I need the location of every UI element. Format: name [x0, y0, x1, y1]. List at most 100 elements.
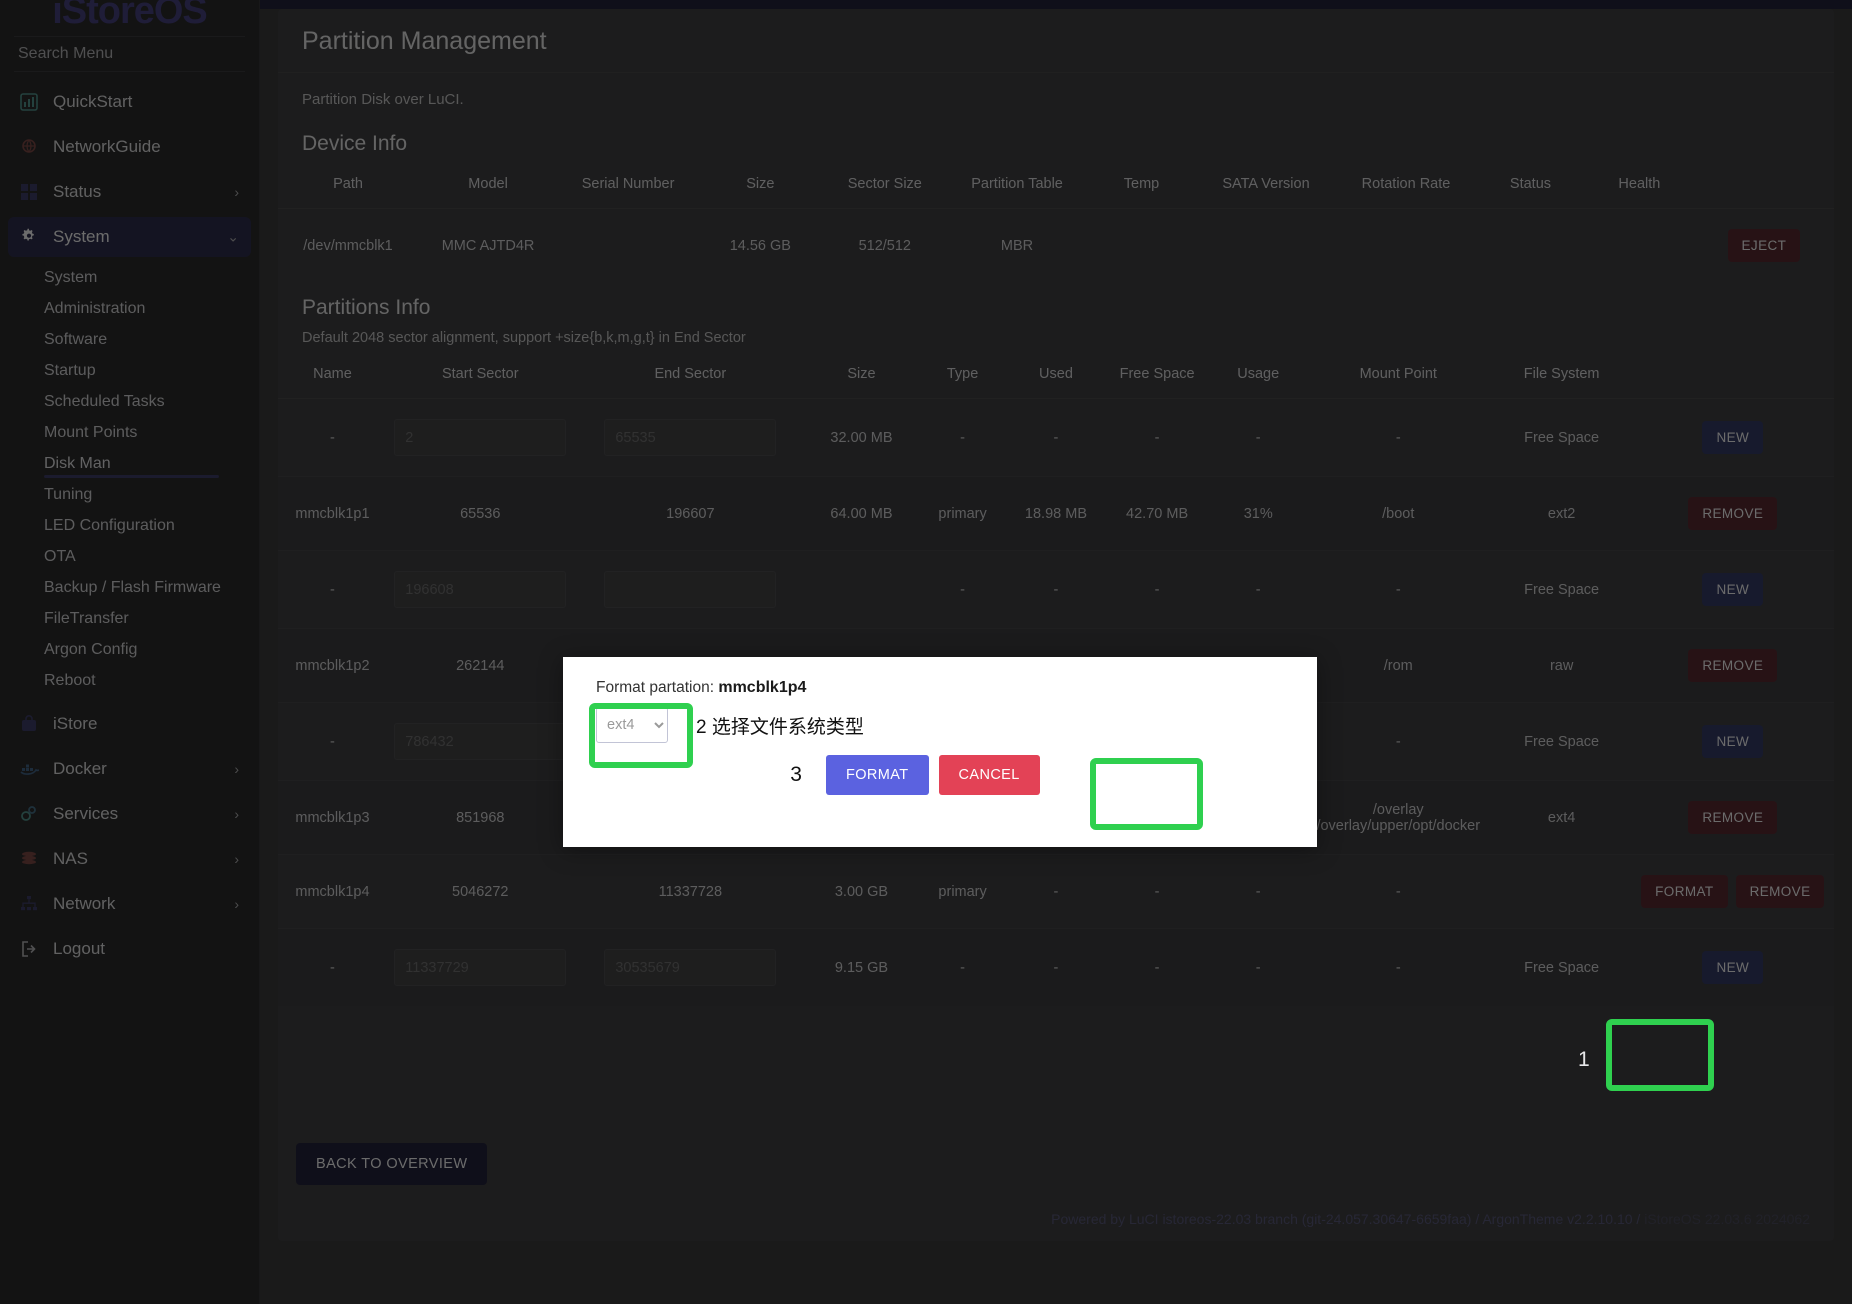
table-row: /dev/mmcblk1 MMC AJTD4R 14.56 GB 512/512… [278, 209, 1834, 283]
sidebar-item-status[interactable]: Status › [8, 172, 251, 212]
start-sector-input[interactable] [394, 419, 567, 456]
sidebar-subitem-tuning[interactable]: Tuning [0, 479, 259, 510]
cell-file-system: Free Space [1491, 702, 1632, 781]
partitions-hint: Default 2048 sector alignment, support +… [302, 330, 746, 346]
cell-start-sector[interactable] [386, 398, 574, 477]
dialog-format-button[interactable]: FORMAT [825, 755, 929, 795]
cell-type: - [915, 550, 1010, 629]
sidebar-item-label: Docker [53, 759, 107, 778]
dialog-cancel-button[interactable]: CANCEL [938, 755, 1040, 795]
sidebar-item-docker[interactable]: Docker › [8, 749, 251, 789]
cell-file-system: raw [1491, 628, 1632, 703]
page-title: Partition Management [278, 9, 1834, 73]
cell-start-sector: 5046272 [386, 854, 574, 929]
sidebar-subitem-startup[interactable]: Startup [0, 355, 259, 386]
grid-icon [18, 181, 40, 203]
cell-used: - [1009, 550, 1103, 629]
sidebar-subitem-disk-man[interactable]: Disk Man [0, 448, 259, 479]
sidebar-subitem-software[interactable]: Software [0, 324, 259, 355]
search-input[interactable] [14, 45, 245, 63]
cell-mount-point: - [1304, 928, 1492, 1006]
end-sector-input[interactable] [604, 949, 777, 986]
sidebar-item-label: Network [53, 894, 116, 913]
sidebar-item-label: iStore [53, 714, 98, 733]
table-row: mmcblk1p4 5046272 11337728 3.00 GB primary - -… [278, 854, 1834, 929]
format-button[interactable]: FORMAT [1641, 875, 1728, 908]
sidebar-item-logout[interactable]: Logout [8, 929, 251, 969]
sidebar-subitem-scheduled-tasks[interactable]: Scheduled Tasks [0, 386, 259, 417]
remove-button[interactable]: REMOVE [1735, 875, 1825, 908]
cell-start-sector[interactable] [386, 702, 574, 781]
cell-mount-point: /boot [1304, 476, 1492, 551]
new-button[interactable]: NEW [1702, 573, 1764, 606]
cell-type: - [915, 928, 1010, 1006]
cell-sata-version [1196, 209, 1336, 283]
sidebar-item-services[interactable]: Services › [8, 794, 251, 834]
new-button[interactable]: NEW [1702, 421, 1764, 454]
cell-serial-number [558, 209, 698, 283]
table-row: -9.15 GB-----Free SpaceNEW [278, 928, 1834, 1006]
cell-actions: NEW [1631, 702, 1834, 781]
chevron-right-icon: › [234, 761, 239, 777]
start-sector-input[interactable] [394, 571, 567, 608]
cell-size: 64.00 MB [807, 476, 916, 551]
cell-free-space: - [1102, 398, 1212, 477]
cell-size: 32.00 MB [807, 398, 916, 477]
sidebar-subitem-filetransfer[interactable]: FileTransfer [0, 603, 259, 634]
new-button[interactable]: NEW [1702, 725, 1764, 758]
end-sector-input[interactable] [604, 571, 777, 608]
annotation-step2: 2 选择文件系统类型 [696, 712, 864, 739]
sidebar-item-istore[interactable]: iStore [8, 704, 251, 744]
cell-status [1476, 209, 1585, 283]
top-accent-bar [260, 0, 1852, 9]
cell-free-space: - [1102, 928, 1212, 1006]
new-button[interactable]: NEW [1702, 951, 1764, 984]
cell-end-sector[interactable] [573, 398, 808, 477]
brand-logo: iStoreOS [52, 0, 208, 30]
table-header-row: Name Start Sector End Sector Size Type U… [278, 352, 1834, 399]
sidebar-subitem-backup-flash[interactable]: Backup / Flash Firmware [0, 572, 259, 603]
cell-usage: 31% [1211, 476, 1305, 551]
filesystem-select[interactable]: ext4ext3ext2fat32ntfsbtrfsswap [596, 707, 668, 743]
sidebar-item-label: NetworkGuide [53, 137, 161, 156]
sidebar-subitem-mount-points[interactable]: Mount Points [0, 417, 259, 448]
page-description: Partition Disk over LuCI. [302, 91, 464, 108]
search-menu-wrapper[interactable] [14, 36, 245, 72]
device-info-title: Device Info [302, 132, 408, 155]
start-sector-input[interactable] [394, 723, 567, 760]
remove-button[interactable]: REMOVE [1688, 801, 1778, 834]
sidebar-item-system[interactable]: System ⌄ [8, 217, 251, 257]
table-row: mmcblk1p1 65536 196607 64.00 MB primary 18.98… [278, 476, 1834, 551]
store-icon [18, 713, 40, 735]
sidebar-item-nas[interactable]: NAS › [8, 839, 251, 879]
sidebar-subitem-led-configuration[interactable]: LED Configuration [0, 510, 259, 541]
back-to-overview-button[interactable]: BACK TO OVERVIEW [296, 1143, 488, 1185]
dialog-body: ext4ext3ext2fat32ntfsbtrfsswap 2 选择文件系统类… [563, 697, 1317, 743]
col-type: Type [915, 352, 1010, 399]
sidebar-item-network[interactable]: Network › [8, 884, 251, 924]
cell-actions: REMOVE [1631, 628, 1834, 703]
sidebar-subitem-argon-config[interactable]: Argon Config [0, 634, 259, 665]
sidebar-menu: QuickStart NetworkGuide Status › System … [0, 76, 259, 969]
eject-button[interactable]: EJECT [1727, 229, 1801, 262]
dialog-title-prefix: Format partation: [596, 679, 715, 696]
cell-start-sector[interactable] [386, 550, 574, 629]
dialog-partition-name: mmcblk1p4 [718, 679, 807, 696]
cell-start-sector: 262144 [386, 628, 574, 703]
end-sector-input[interactable] [604, 419, 777, 456]
sidebar-item-quickstart[interactable]: QuickStart [8, 82, 251, 122]
cell-end-sector[interactable] [573, 928, 808, 1006]
remove-button[interactable]: REMOVE [1688, 649, 1778, 682]
col-end-sector: End Sector [573, 352, 808, 399]
sidebar-subitem-ota[interactable]: OTA [0, 541, 259, 572]
cell-start-sector[interactable] [386, 928, 574, 1006]
start-sector-input[interactable] [394, 949, 567, 986]
sidebar-subitem-administration[interactable]: Administration [0, 293, 259, 324]
cell-end-sector[interactable] [573, 550, 808, 629]
sidebar-subitem-reboot[interactable]: Reboot [0, 665, 259, 696]
footer-credit-main: Powered by LuCI istoreos-22.03 branch (g… [1051, 1211, 1645, 1227]
sidebar-subitem-system[interactable]: System [0, 262, 259, 293]
cell-usage: - [1211, 854, 1305, 929]
remove-button[interactable]: REMOVE [1688, 497, 1778, 530]
sidebar-item-networkguide[interactable]: NetworkGuide [8, 127, 251, 167]
